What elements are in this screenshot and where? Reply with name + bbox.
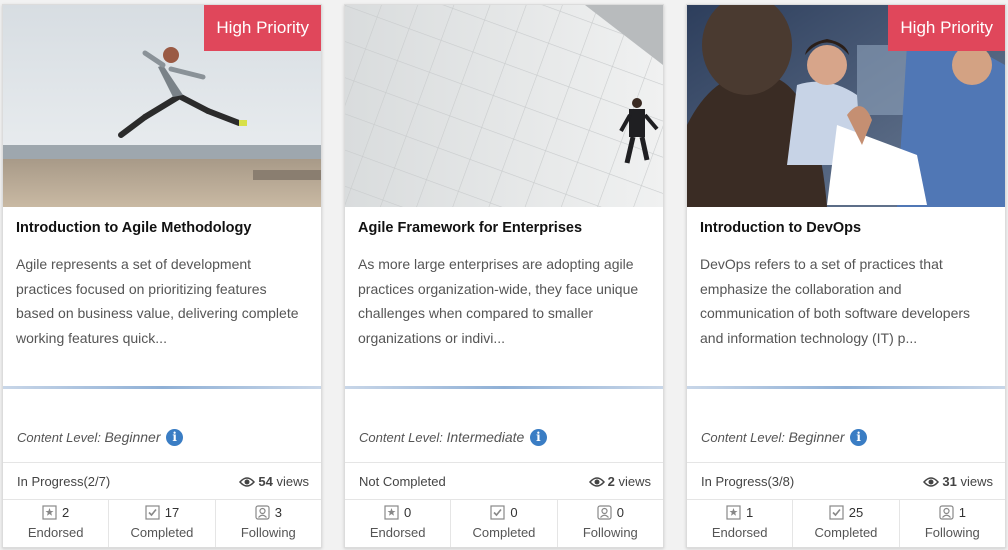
completed-stat[interactable]: 0 Completed — [451, 499, 558, 547]
following-icon — [939, 505, 954, 520]
completed-stat[interactable]: 17 Completed — [109, 499, 216, 547]
following-stat[interactable]: 1 Following — [900, 499, 1005, 547]
following-stat[interactable]: 0 Following — [558, 499, 663, 547]
course-description: Agile represents a set of development pr… — [16, 256, 299, 346]
eye-icon — [239, 477, 256, 487]
eye-icon — [588, 477, 605, 487]
following-stat[interactable]: 3 Following — [216, 499, 321, 547]
content-level: Content Level: Beginner i — [701, 429, 868, 446]
endorsed-icon — [726, 505, 741, 520]
following-icon — [597, 505, 612, 520]
card-divider — [3, 386, 321, 389]
course-title[interactable]: Introduction to Agile Methodology — [16, 220, 251, 236]
course-image[interactable]: High Priority — [3, 5, 321, 207]
progress-status: In Progress(3/8) — [701, 474, 795, 489]
course-title[interactable]: Agile Framework for Enterprises — [358, 220, 582, 236]
course-title[interactable]: Introduction to DevOps — [700, 220, 861, 236]
content-level-label: Content Level: — [359, 430, 443, 445]
course-card[interactable]: High Priority Introduction to Agile Meth… — [2, 4, 322, 548]
eye-icon — [923, 477, 940, 487]
course-card[interactable]: Agile Framework for Enterprises As more … — [344, 4, 664, 548]
content-level-value: Intermediate — [446, 429, 525, 445]
content-level-label: Content Level: — [701, 430, 785, 445]
endorsed-stat[interactable]: 0 Endorsed — [345, 499, 452, 547]
completed-icon — [145, 505, 160, 520]
info-icon[interactable]: i — [529, 429, 547, 446]
card-divider — [345, 386, 663, 389]
views-count: 31 views — [923, 474, 993, 489]
stats-bar: 2 Endorsed 17 Completed 3 Following — [3, 499, 321, 547]
endorsed-stat[interactable]: 2 Endorsed — [3, 499, 110, 547]
card-divider — [687, 386, 1005, 389]
businessman-wall-photo — [345, 5, 663, 207]
content-level-value: Beginner — [104, 429, 161, 445]
content-level-value: Beginner — [788, 429, 845, 445]
high-priority-badge: High Priority — [204, 5, 321, 51]
views-count: 2 views — [588, 474, 651, 489]
completed-icon — [490, 505, 505, 520]
course-description: As more large enterprises are adopting a… — [358, 256, 639, 346]
progress-row: Not Completed 2 views — [345, 462, 663, 500]
endorsed-icon — [42, 505, 57, 520]
content-level: Content Level: Intermediate i — [359, 429, 547, 446]
completed-icon — [829, 505, 844, 520]
progress-status: In Progress(2/7) — [17, 474, 111, 489]
endorsed-icon — [384, 505, 399, 520]
following-icon — [255, 505, 270, 520]
info-icon[interactable]: i — [850, 429, 868, 446]
content-level-label: Content Level: — [17, 430, 101, 445]
stats-bar: 0 Endorsed 0 Completed 0 Following — [345, 499, 663, 547]
course-image[interactable] — [345, 5, 663, 207]
course-card[interactable]: High Priority Introduction to DevOps Dev… — [686, 4, 1006, 548]
high-priority-badge: High Priority — [888, 5, 1005, 51]
completed-stat[interactable]: 25 Completed — [793, 499, 900, 547]
info-icon[interactable]: i — [166, 429, 184, 446]
course-image[interactable]: High Priority — [687, 5, 1005, 207]
content-level: Content Level: Beginner i — [17, 429, 184, 446]
endorsed-stat[interactable]: 1 Endorsed — [687, 499, 794, 547]
stats-bar: 1 Endorsed 25 Completed 1 Following — [687, 499, 1005, 547]
progress-status: Not Completed — [359, 474, 446, 489]
progress-row: In Progress(2/7) 54 views — [3, 462, 321, 500]
views-count: 54 views — [239, 474, 309, 489]
progress-row: In Progress(3/8) 31 views — [687, 462, 1005, 500]
course-description: DevOps refers to a set of practices that… — [700, 256, 971, 346]
